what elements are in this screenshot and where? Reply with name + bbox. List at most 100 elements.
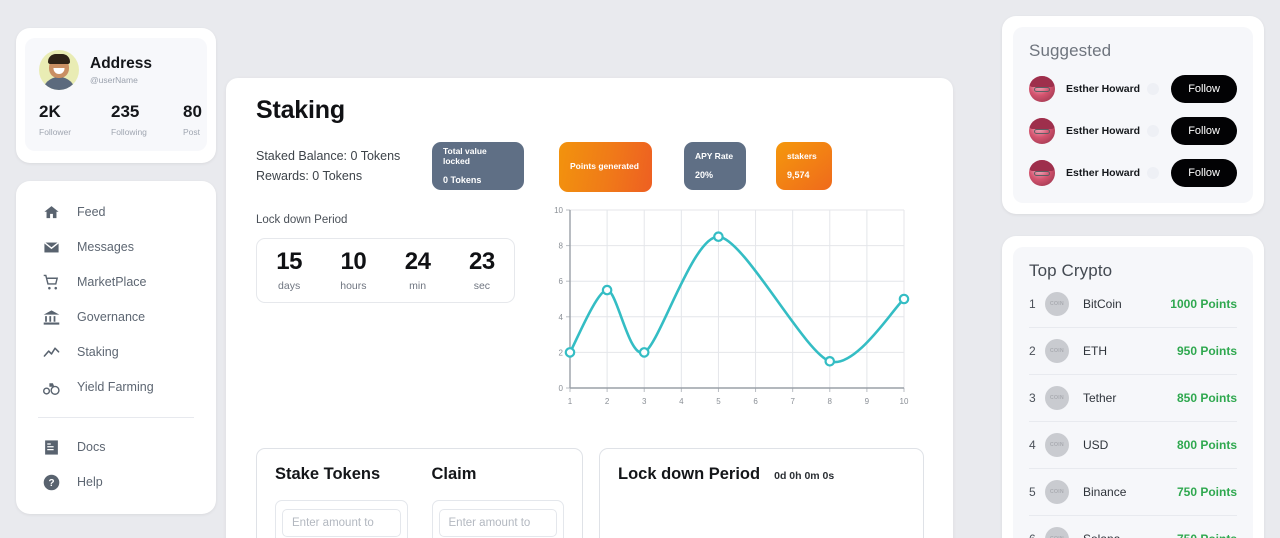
crypto-name: USD: [1083, 438, 1109, 452]
claim-amount-input[interactable]: [438, 509, 557, 537]
table-row[interactable]: 4 COIN USD 800 Points: [1029, 422, 1237, 469]
sidebar-item-yield-farming-label: Yield Farming: [77, 380, 154, 395]
chip-stakers-value: 9,574: [787, 170, 810, 181]
crypto-rank: 6: [1029, 532, 1045, 538]
sidebar-nav: Feed Messages MarketPlace Governance Sta…: [16, 180, 216, 514]
status-badge: [1147, 125, 1160, 137]
chip-apy-rate[interactable]: APY Rate 20%: [684, 142, 746, 190]
countdown-timer: 15 days 10 hours 24 min 23 sec: [256, 238, 515, 303]
suggested-name: Esther Howard: [1066, 125, 1141, 137]
countdown-days: 15 days: [260, 249, 318, 292]
svg-text:6: 6: [753, 397, 758, 406]
question-circle-icon: ?: [42, 473, 61, 492]
sidebar-item-marketplace[interactable]: MarketPlace: [16, 265, 216, 300]
follow-button[interactable]: Follow: [1171, 159, 1237, 187]
crypto-points: 750 Points: [1177, 532, 1237, 538]
table-row[interactable]: 6 COIN Solana 750 Points: [1029, 516, 1237, 538]
lock-down-panel-title: Lock down Period: [618, 465, 761, 483]
top-crypto-title: Top Crypto: [1029, 261, 1113, 280]
svg-text:8: 8: [559, 242, 564, 251]
chart-canvas: 2 4 6 8 10 01 2 3 4 5 6 7 8 9 10: [554, 206, 910, 406]
staked-balance-text: Staked Balance: 0 Tokens: [256, 149, 401, 163]
claim-title: Claim: [431, 465, 477, 483]
svg-text:2: 2: [559, 348, 564, 357]
crypto-points: 950 Points: [1176, 344, 1237, 358]
lock-down-panel-timer: 0d 0h 0m 0s: [774, 470, 835, 482]
chip-stakers-title: stakers: [787, 150, 817, 161]
countdown-hours-value: 10: [340, 247, 367, 275]
chip-tvl-value: 0 Tokens: [443, 175, 482, 186]
chip-points-title: Points generated: [570, 161, 639, 172]
stat-chips: Total value locked 0 Tokens Points gener…: [432, 142, 832, 192]
sidebar-item-help-label: Help: [77, 475, 103, 490]
suggested-card: Suggested Esther Howard Follow Esther Ho…: [1002, 16, 1264, 214]
tractor-icon: [42, 378, 61, 397]
svg-text:0: 0: [559, 384, 564, 393]
avatar: [1029, 160, 1055, 186]
countdown-min-label: min: [409, 279, 427, 292]
avatar: [39, 50, 79, 90]
crypto-rank: 4: [1029, 438, 1036, 452]
sidebar-item-marketplace-label: MarketPlace: [77, 275, 147, 290]
countdown-min: 24 min: [389, 247, 447, 292]
crypto-rank: 5: [1029, 485, 1036, 499]
follow-button[interactable]: Follow: [1171, 75, 1237, 103]
countdown-sec-value: 23: [469, 247, 495, 275]
sidebar-item-messages[interactable]: Messages: [16, 230, 216, 265]
stake-claim-panel: Stake Tokens Claim: [256, 448, 583, 538]
crypto-points: 800 Points: [1176, 438, 1237, 452]
claim-section: Claim: [431, 465, 564, 538]
chip-apy-title: APY Rate: [695, 150, 734, 161]
suggested-name: Esther Howard: [1066, 167, 1141, 179]
crypto-name: Solana: [1083, 532, 1120, 538]
sidebar-item-staking[interactable]: Staking: [16, 335, 216, 370]
profile-stats: 2K Follower 235 Following 80 Post: [39, 102, 202, 137]
crypto-name: BitCoin: [1083, 297, 1122, 311]
sidebar-item-governance-label: Governance: [77, 310, 146, 325]
stake-amount-input[interactable]: [282, 509, 401, 537]
avatar: [1029, 76, 1055, 102]
table-row[interactable]: 3 COIN Tether 850 Points: [1029, 375, 1237, 422]
follow-button[interactable]: Follow: [1171, 117, 1237, 145]
sidebar-item-feed[interactable]: Feed: [16, 195, 216, 230]
list-item: Esther Howard Follow: [1029, 75, 1237, 103]
table-row[interactable]: 2 COIN ETH 950 Points: [1029, 328, 1237, 375]
sidebar-item-docs-label: Docs: [77, 440, 106, 455]
coin-icon: COIN: [1045, 480, 1069, 504]
balance-summary: Staked Balance: 0 Tokens Rewards: 0 Toke…: [256, 142, 432, 187]
document-icon: [42, 438, 61, 457]
svg-text:5: 5: [716, 397, 721, 406]
countdown-days-label: days: [278, 279, 301, 292]
stat-post: 80 Post: [183, 102, 202, 136]
crypto-rank: 2: [1029, 344, 1036, 358]
sidebar-item-help[interactable]: ? Help: [16, 465, 216, 500]
table-row[interactable]: 1 COIN BitCoin 1000 Points: [1029, 281, 1237, 328]
sidebar-item-yield-farming[interactable]: Yield Farming: [16, 370, 216, 405]
svg-text:10: 10: [554, 206, 563, 215]
profile-name: Address: [90, 55, 153, 73]
staking-line-chart: 2 4 6 8 10 0 1 2 3 4 5 6 7 8 9 10: [544, 198, 914, 418]
table-row[interactable]: 5 COIN Binance 750 Points: [1029, 469, 1237, 516]
right-sidebar: Suggested Esther Howard Follow Esther Ho…: [1002, 16, 1264, 538]
stat-post-value: 80: [183, 102, 202, 121]
sidebar-item-governance[interactable]: Governance: [16, 300, 216, 335]
cart-icon: [42, 273, 61, 292]
staking-dashboard: Address @userName 2K Follower 235 Follow…: [0, 0, 1280, 538]
crypto-points: 750 Points: [1176, 485, 1237, 499]
svg-text:1: 1: [568, 397, 573, 406]
sidebar-item-staking-label: Staking: [77, 345, 119, 360]
chip-stakers[interactable]: stakers 9,574: [776, 142, 832, 190]
countdown-hours-label: hours: [340, 279, 367, 292]
chip-total-value-locked[interactable]: Total value locked 0 Tokens: [432, 142, 524, 190]
sidebar-item-docs[interactable]: Docs: [16, 430, 216, 465]
list-item: Esther Howard Follow: [1029, 159, 1237, 187]
stat-followers-value: 2K: [39, 102, 61, 121]
countdown-min-value: 24: [404, 247, 431, 275]
chip-apy-value: 20%: [695, 170, 714, 181]
stat-following-label: Following: [111, 126, 147, 137]
svg-text:?: ?: [48, 478, 54, 489]
sidebar-item-feed-label: Feed: [77, 205, 106, 220]
chip-points-generated[interactable]: Points generated: [559, 142, 652, 192]
suggested-name: Esther Howard: [1066, 83, 1141, 95]
countdown-hours: 10 hours: [324, 247, 382, 292]
